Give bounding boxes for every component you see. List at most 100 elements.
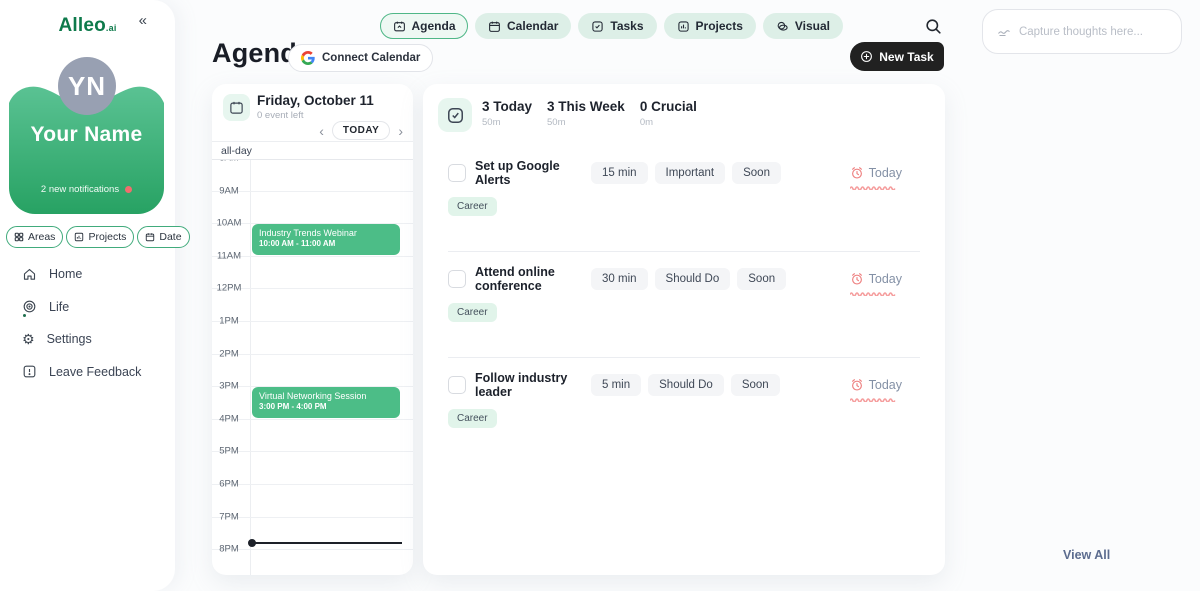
plus-circle-icon — [860, 50, 873, 63]
time-label: 2PM — [212, 349, 246, 360]
notifications-text: 2 new notifications — [41, 184, 119, 195]
notifications-link[interactable]: 2 new notifications — [9, 184, 164, 195]
task-priority-badge[interactable]: Should Do — [648, 374, 724, 396]
current-time-indicator[interactable] — [250, 542, 402, 544]
due-squiggle-underline — [850, 291, 896, 296]
task-due[interactable]: Today — [850, 378, 902, 392]
filter-date-label: Date — [159, 231, 181, 243]
avatar[interactable]: YN — [58, 57, 116, 115]
sidebar-item-leave-feedback[interactable]: Leave Feedback — [22, 356, 167, 389]
filter-areas-label: Areas — [28, 231, 55, 243]
task-duration-badge[interactable]: 5 min — [591, 374, 641, 396]
view-all-link[interactable]: View All — [1063, 548, 1110, 562]
stat-this-week: 3 This Week 50m — [547, 99, 625, 128]
task-row: Attend online conference 30 min Should D… — [448, 252, 920, 358]
task-checkbox[interactable] — [448, 270, 466, 288]
tab-projects-label: Projects — [696, 19, 743, 33]
time-label: 9AM — [212, 186, 246, 197]
tasks-icon — [591, 20, 604, 33]
notification-dot-icon — [125, 186, 132, 193]
connect-calendar-label: Connect Calendar — [322, 52, 420, 64]
tasks-stats: 3 Today 50m 3 This Week 50m 0 Crucial 0m — [482, 99, 697, 128]
task-tag[interactable]: Career — [448, 409, 497, 428]
all-day-row: all-day — [212, 141, 413, 160]
stat-crucial-label: 0 Crucial — [640, 99, 697, 114]
task-urgency-badge[interactable]: Soon — [732, 162, 781, 184]
filter-areas-button[interactable]: Areas — [6, 226, 63, 248]
time-label: 4PM — [212, 414, 246, 425]
sidebar-item-settings[interactable]: ⚙ Settings — [22, 323, 167, 356]
time-label: 8PM — [212, 544, 246, 555]
tasks-header-icon-box — [438, 98, 472, 132]
task-title[interactable]: Follow industry leader — [475, 371, 591, 399]
task-duration-badge[interactable]: 15 min — [591, 162, 648, 184]
tab-visual[interactable]: Visual — [763, 13, 843, 39]
task-priority-badge[interactable]: Should Do — [655, 268, 731, 290]
app-logo-suffix: .ai — [106, 23, 117, 33]
new-task-button[interactable]: New Task — [850, 42, 944, 71]
task-due[interactable]: Today — [850, 272, 902, 286]
life-indicator-dot — [23, 314, 26, 317]
tab-tasks[interactable]: Tasks — [578, 13, 656, 39]
time-label: 11AM — [212, 251, 246, 262]
task-urgency-badge[interactable]: Soon — [731, 374, 780, 396]
app-logo-text: Alleo — [58, 15, 105, 36]
stat-crucial-duration: 0m — [640, 117, 697, 128]
task-title[interactable]: Set up Google Alerts — [475, 159, 591, 187]
capture-thoughts-input[interactable] — [1019, 26, 1167, 38]
event-title: Industry Trends Webinar — [259, 228, 393, 239]
stat-week-label: 3 This Week — [547, 99, 625, 114]
calendar-icon — [488, 20, 501, 33]
sidebar-collapse-icon[interactable]: « — [139, 12, 147, 29]
task-urgency-badge[interactable]: Soon — [737, 268, 786, 290]
task-tag[interactable]: Career — [448, 303, 497, 322]
home-icon — [22, 267, 37, 282]
due-squiggle-underline — [850, 397, 896, 402]
tab-tasks-label: Tasks — [610, 19, 643, 33]
task-checkbox[interactable] — [448, 164, 466, 182]
sidebar-item-life[interactable]: Life — [22, 291, 167, 324]
agenda-icon — [393, 20, 406, 33]
sidebar-filter-pills: Areas Projects Date — [6, 226, 190, 248]
sidebar-item-home[interactable]: Home — [22, 258, 167, 291]
gear-icon: ⚙ — [22, 332, 35, 346]
stat-today-duration: 50m — [482, 117, 532, 128]
task-checkbox[interactable] — [448, 376, 466, 394]
calendar-day-panel: Friday, October 11 0 event left ‹ TODAY … — [212, 84, 413, 575]
areas-grid-icon — [14, 232, 24, 242]
task-row: Set up Google Alerts 15 min Important So… — [448, 146, 920, 252]
task-title[interactable]: Attend online conference — [475, 265, 591, 293]
check-square-icon — [446, 106, 465, 125]
tab-agenda-label: Agenda — [412, 19, 456, 33]
stat-week-duration: 50m — [547, 117, 625, 128]
alarm-clock-icon — [850, 272, 864, 286]
filter-projects-label: Projects — [88, 231, 126, 243]
task-tag[interactable]: Career — [448, 197, 497, 216]
tab-agenda[interactable]: Agenda — [380, 13, 468, 39]
task-duration-badge[interactable]: 30 min — [591, 268, 648, 290]
task-priority-badge[interactable]: Important — [655, 162, 726, 184]
task-due-label: Today — [869, 272, 902, 286]
calendar-event[interactable]: Industry Trends Webinar 10:00 AM - 11:00… — [252, 224, 400, 255]
event-time: 3:00 PM - 4:00 PM — [259, 402, 393, 412]
feedback-icon — [22, 364, 37, 379]
time-grid[interactable]: 8AM all-day 9AM 10AM 11AM 12PM 1PM 2PM 3… — [212, 84, 413, 575]
scribble-pen-icon — [997, 24, 1011, 40]
search-button[interactable] — [924, 17, 943, 36]
calendar-event[interactable]: Virtual Networking Session 3:00 PM - 4:0… — [252, 387, 400, 418]
task-due[interactable]: Today — [850, 166, 902, 180]
tab-projects[interactable]: Projects — [664, 13, 756, 39]
stat-crucial: 0 Crucial 0m — [640, 99, 697, 128]
tab-calendar[interactable]: Calendar — [475, 13, 571, 39]
connect-calendar-button[interactable]: Connect Calendar — [288, 44, 433, 72]
tab-visual-label: Visual — [795, 19, 830, 33]
time-label: 1PM — [212, 316, 246, 327]
task-due-label: Today — [869, 166, 902, 180]
filter-date-button[interactable]: Date — [137, 226, 189, 248]
sidebar-item-home-label: Home — [49, 267, 82, 281]
main-tabs: Agenda Calendar Tasks Projects Visual — [380, 13, 843, 39]
app-logo: Alleo.ai — [0, 15, 175, 37]
filter-projects-button[interactable]: Projects — [66, 226, 134, 248]
stat-today: 3 Today 50m — [482, 99, 532, 128]
sidebar-nav: Home Life ⚙ Settings Leave Feedback — [22, 258, 167, 388]
